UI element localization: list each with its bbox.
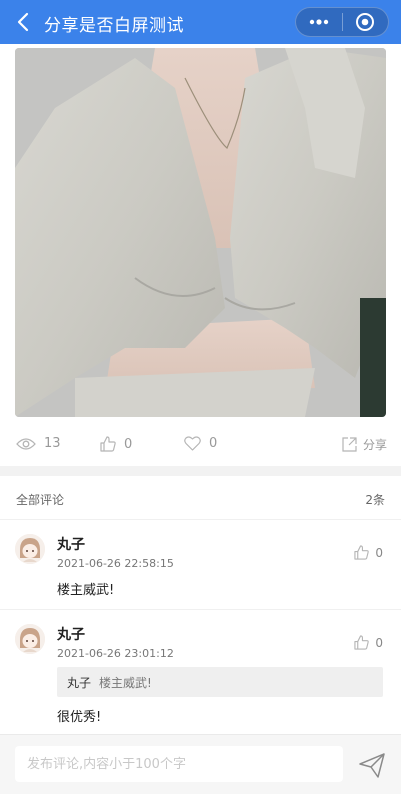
comment-item: 丸子 2021-06-26 22:58:15 0 楼主威武! <box>0 520 401 609</box>
avatar[interactable] <box>15 534 45 564</box>
comment-like-count: 0 <box>375 545 383 560</box>
close-button[interactable] <box>342 8 388 36</box>
post-image[interactable] <box>15 48 386 417</box>
navigation-bar: 分享是否白屏测试 <box>0 0 401 44</box>
quoted-text: 楼主威武! <box>99 675 152 690</box>
comment-like-count: 0 <box>375 635 383 650</box>
favorite-count: 0 <box>209 436 218 451</box>
target-close-icon <box>356 13 375 31</box>
comment-input-bar <box>0 734 401 794</box>
thumbs-up-icon <box>354 635 370 650</box>
chevron-left-icon[interactable] <box>12 10 36 34</box>
comment-like-button[interactable]: 0 <box>354 545 383 560</box>
comment-author[interactable]: 丸子 <box>57 534 85 554</box>
comments-header: 全部评论 2条 <box>0 476 401 520</box>
avatar-image <box>15 624 45 654</box>
comment-input[interactable] <box>15 746 343 782</box>
comments-title: 全部评论 <box>16 493 65 507</box>
like-button[interactable]: 0 <box>100 436 132 452</box>
comment-time: 2021-06-26 22:58:15 <box>57 557 174 570</box>
avatar[interactable] <box>15 624 45 654</box>
share-label: 分享 <box>363 438 388 452</box>
share-icon <box>342 437 357 452</box>
comment-like-button[interactable]: 0 <box>354 635 383 650</box>
avatar-image <box>15 534 45 564</box>
comment-author[interactable]: 丸子 <box>57 624 85 644</box>
send-icon[interactable] <box>358 751 386 779</box>
photo-image <box>15 48 386 417</box>
comment-body: 楼主威武! <box>57 583 115 598</box>
share-button[interactable]: 分享 <box>342 436 387 453</box>
more-dots-icon <box>309 19 328 25</box>
mini-program-capsule <box>295 7 389 37</box>
like-count: 0 <box>124 436 133 452</box>
thumbs-up-icon <box>354 545 370 560</box>
quoted-comment: 丸子 楼主威武! <box>57 667 383 697</box>
more-button[interactable] <box>296 8 342 36</box>
section-separator <box>0 466 401 476</box>
views-stat: 13 <box>16 436 61 451</box>
eye-icon <box>16 437 36 450</box>
comment-time: 2021-06-26 23:01:12 <box>57 647 174 660</box>
comment-body: 很优秀! <box>57 710 102 725</box>
views-count: 13 <box>44 436 61 451</box>
thumbs-up-icon <box>100 436 116 452</box>
quoted-author: 丸子 <box>67 675 92 690</box>
favorite-button[interactable]: 0 <box>184 436 217 451</box>
page-title: 分享是否白屏测试 <box>44 16 184 36</box>
comment-item: 丸子 2021-06-26 23:01:12 0 丸子 楼主威武! 很优秀! <box>0 610 401 734</box>
app-screen: 分享是否白屏测试 13 0 0 分享 全部评论 2条 丸子 2021-06-26… <box>0 0 401 794</box>
comments-count: 2条 <box>365 493 385 507</box>
heart-icon <box>184 436 201 451</box>
post-stats-row: 13 0 0 分享 <box>0 427 401 463</box>
